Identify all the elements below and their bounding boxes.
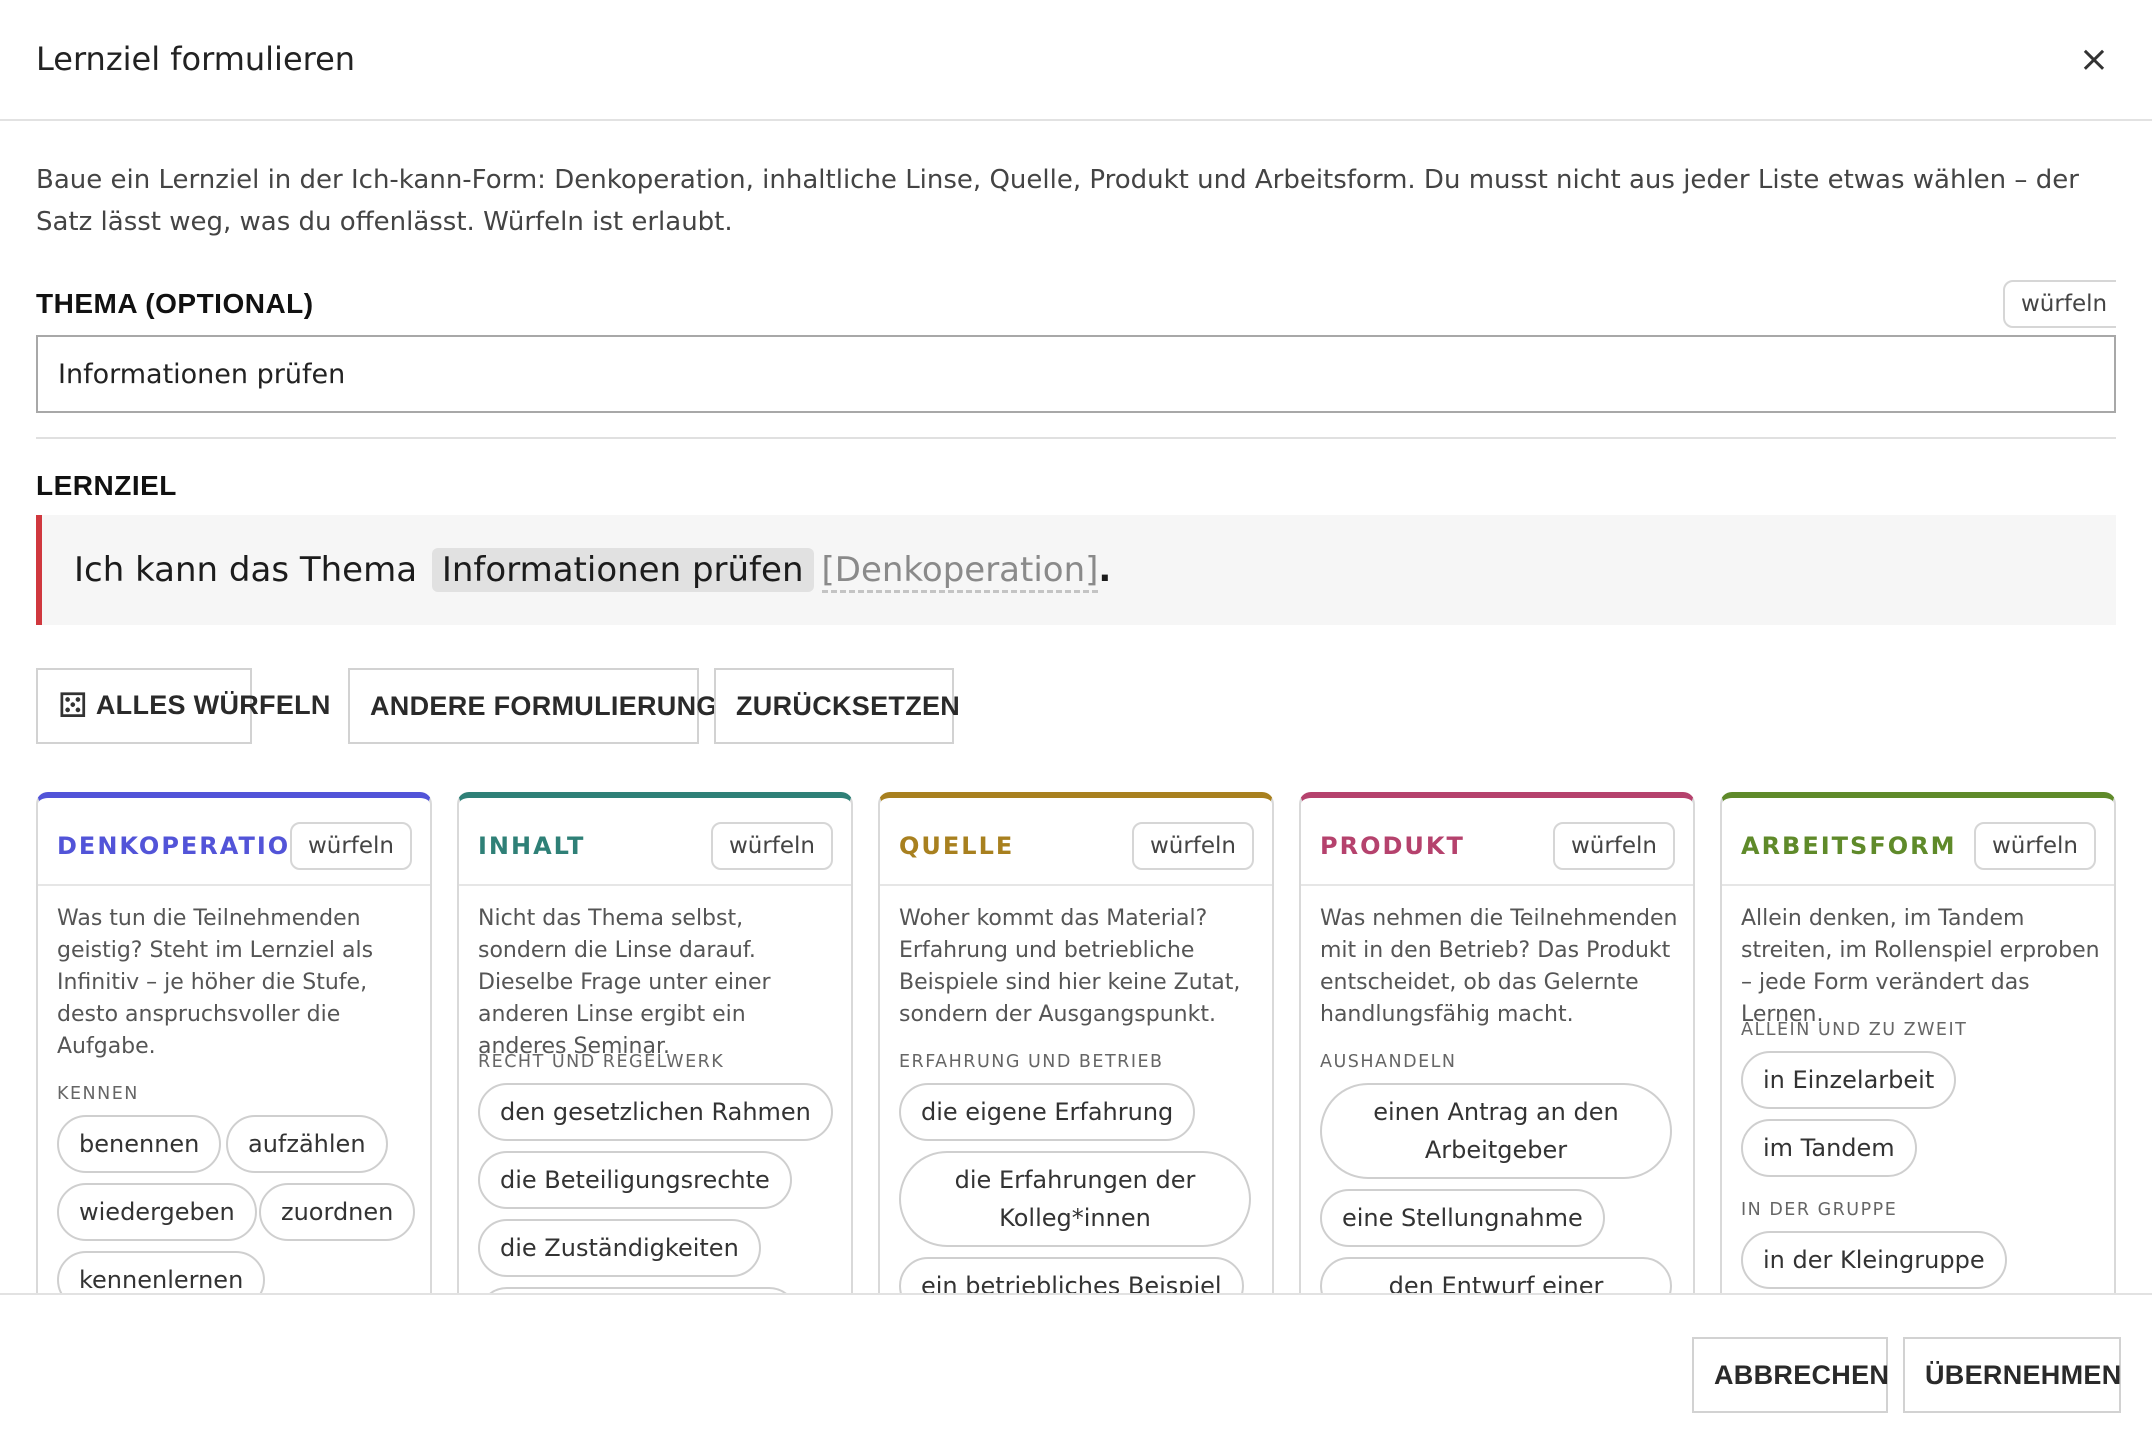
option-pill[interactable]: benennen [57,1115,222,1173]
option-pill[interactable]: kennenlernen [57,1251,266,1293]
goal-topic-chip: Informationen prüfen [431,548,814,592]
option-pill[interactable]: in der Kleingruppe [1741,1231,2007,1289]
column-description: Woher kommt das Material? Erfahrung und … [899,906,1241,1027]
dialog-title: Lernziel formulieren [36,40,356,78]
goal-period: . [1098,550,1112,590]
option-pill[interactable]: ein betriebliches Beispiel [899,1257,1244,1293]
option-pill[interactable]: zuordnen [259,1183,416,1241]
column-title: INHALT [478,832,586,860]
dialog-footer: ABBRECHEN ÜBERNEHMEN [0,1293,2152,1446]
column-roll-button[interactable]: würfeln [1973,822,2096,870]
column-description: Was tun die Teilnehmenden geistig? Steht… [57,906,374,1059]
column-title: DENKOPERATION [57,832,313,860]
column-denkoperation: DENKOPERATION würfeln Was tun die Teilne… [36,792,432,1293]
group-label: IN DER GRUPPE [1741,1200,1898,1220]
option-pill[interactable]: eine Stellungnahme [1320,1189,1605,1247]
group-label: ALLEIN UND ZU ZWEIT [1741,1020,1968,1040]
topic-input[interactable] [36,335,2116,413]
cancel-button[interactable]: ABBRECHEN [1692,1337,1889,1413]
column-roll-button[interactable]: würfeln [1552,822,1675,870]
column-header: PRODUKT würfeln [1301,798,1693,886]
intro-text: Baue ein Lernziel in der Ich-kann-Form: … [36,165,2079,237]
roll-all-button[interactable]: ⚄ ALLES WÜRFELN [36,668,330,744]
group-label: AUSHANDELN [1320,1052,1457,1072]
column-roll-button[interactable]: würfeln [289,822,412,870]
goal-sentence: Ich kann das Thema Informationen prüfen[… [74,543,1111,597]
group-label: KENNEN [57,1084,139,1104]
topic-label: THEMA (OPTIONAL) [36,288,314,319]
option-pill[interactable]: die Zuständigkeiten [478,1219,761,1277]
column-description: Nicht das Thema selbst, sondern die Lins… [478,906,771,1059]
dialog-header: Lernziel formulieren × [0,0,2152,121]
column-header: DENKOPERATION würfeln [38,798,430,886]
column-arbeitsform: ARBEITSFORM würfeln Allein denken, im Ta… [1720,792,2116,1293]
topic-roll-button[interactable]: würfeln [2003,280,2116,328]
column-title: PRODUKT [1320,832,1465,860]
option-pill[interactable]: wiedergeben [57,1183,257,1241]
dice-icon: ⚄ [58,686,88,726]
column-roll-button[interactable]: würfeln [710,822,833,870]
rephrase-button[interactable]: ANDERE FORMULIERUNG [348,668,717,744]
column-quelle: QUELLE würfeln Woher kommt das Material?… [878,792,1274,1293]
dialog-content: Baue ein Lernziel in der Ich-kann-Form: … [36,121,2116,1293]
option-pill[interactable]: in Einzelarbeit [1741,1051,1957,1109]
close-icon[interactable]: × [2074,38,2114,82]
goal-prefix: Ich kann das Thema [74,550,418,590]
column-produkt: PRODUKT würfeln Was nehmen die Teilnehme… [1299,792,1695,1293]
reset-button[interactable]: ZURÜCKSETZEN [714,668,960,744]
column-title: ARBEITSFORM [1741,832,1957,860]
group-label: RECHT UND REGELWERK [478,1052,725,1072]
apply-button[interactable]: ÜBERNEHMEN [1903,1337,2121,1413]
column-roll-button[interactable]: würfeln [1131,822,1254,870]
option-pill[interactable]: die Beteiligungsrechte [478,1151,792,1209]
option-pill[interactable]: den Entwurf einer [1320,1257,1672,1293]
option-pill[interactable]: im Tandem [1741,1119,1917,1177]
goal-sentence-box: Ich kann das Thema Informationen prüfen[… [36,515,2116,625]
column-header: QUELLE würfeln [880,798,1272,886]
goal-denkoperation-slot[interactable]: [Denkoperation] [821,550,1099,593]
option-pill[interactable]: die Erfahrungen der Kolleg*innen [899,1151,1251,1247]
column-description: Allein denken, im Tandem streiten, im Ro… [1741,906,2100,1027]
section-divider [36,437,2116,439]
column-inhalt: INHALT würfeln Nicht das Thema selbst, s… [457,792,853,1293]
option-pill[interactable]: einen Antrag an den Arbeitgeber [1320,1083,1672,1179]
group-label: ERFAHRUNG UND BETRIEB [899,1052,1164,1072]
goal-label: LERNZIEL [36,470,177,501]
column-title: QUELLE [899,832,1015,860]
option-pill[interactable]: den gesetzlichen Rahmen [478,1083,833,1141]
option-pill[interactable]: die eigene Erfahrung [899,1083,1196,1141]
column-description: Was nehmen die Teilnehmenden mit in den … [1320,906,1678,1027]
option-pill[interactable]: aufzählen [226,1115,388,1173]
column-header: ARBEITSFORM würfeln [1722,798,2114,886]
column-header: INHALT würfeln [459,798,851,886]
roll-all-label: ALLES WÜRFELN [95,690,331,720]
